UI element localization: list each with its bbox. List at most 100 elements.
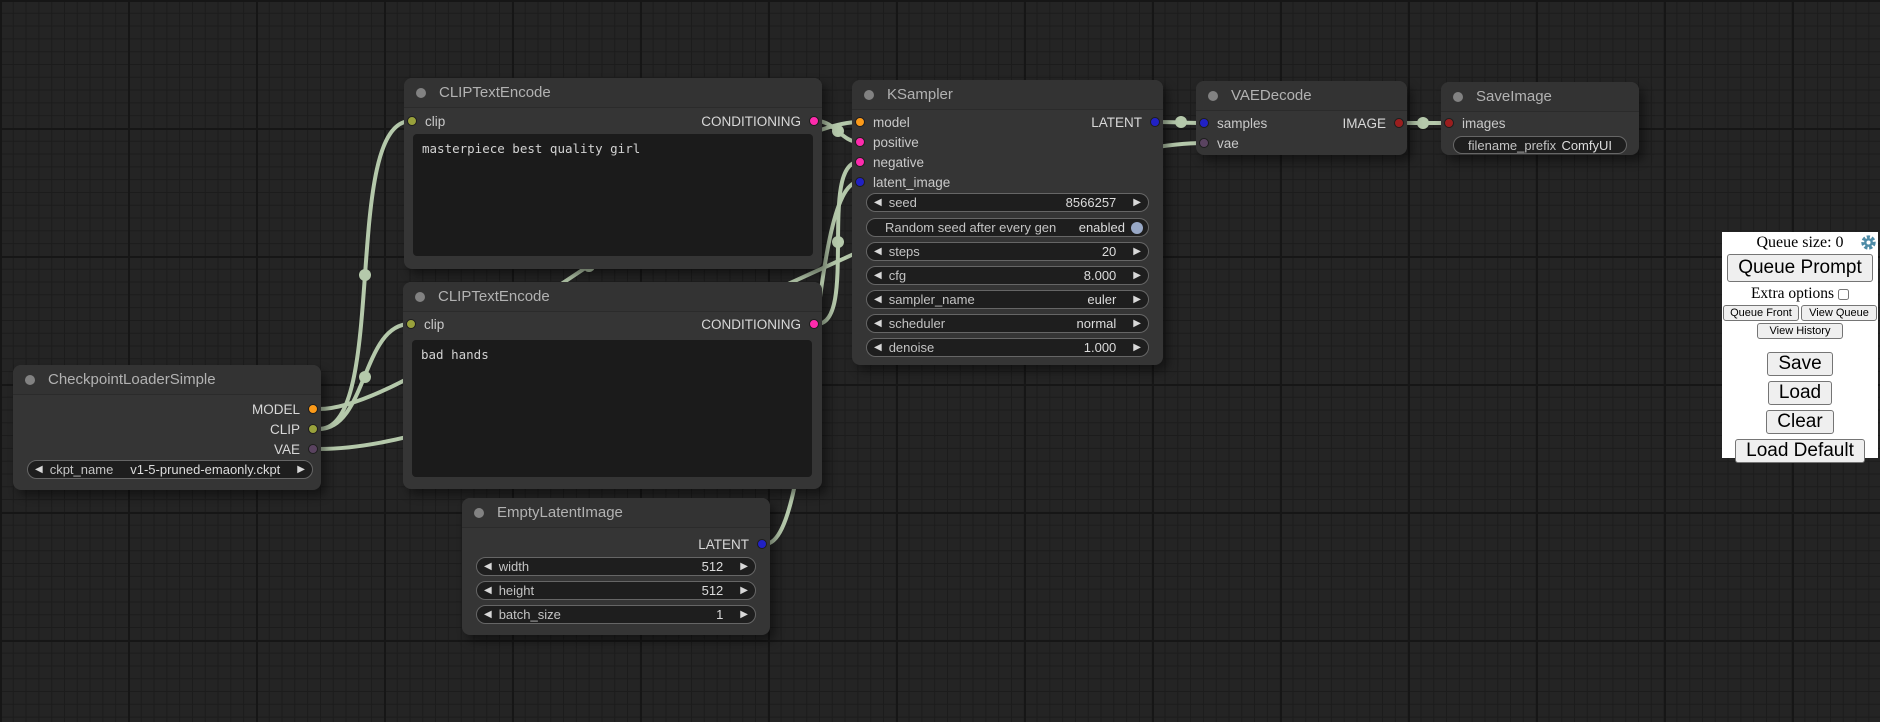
arrow-right-icon[interactable]: ▶	[290, 465, 312, 475]
output-slot-latent[interactable]: LATENT	[1091, 112, 1163, 132]
arrow-left-icon[interactable]: ◀	[867, 271, 889, 281]
scheduler-widget[interactable]: ◀ scheduler normal ▶	[866, 314, 1149, 333]
arrow-right-icon[interactable]: ▶	[1126, 271, 1148, 281]
cfg-widget[interactable]: ◀ cfg 8.000 ▶	[866, 266, 1149, 285]
latent-slot-icon[interactable]	[1150, 117, 1160, 127]
arrow-left-icon[interactable]: ◀	[477, 562, 499, 572]
denoise-widget[interactable]: ◀ denoise 1.000 ▶	[866, 338, 1149, 357]
collapse-dot-icon[interactable]	[1208, 91, 1218, 101]
load-button[interactable]: Load	[1768, 381, 1832, 405]
output-slot-clip[interactable]: CLIP	[270, 419, 321, 439]
latent-slot-icon[interactable]	[1199, 118, 1209, 128]
positive-prompt-textarea[interactable]: masterpiece best quality girl	[413, 134, 813, 256]
vae-slot-icon[interactable]	[308, 444, 318, 454]
node-clip-text-encode-positive[interactable]: CLIPTextEncode clip CONDITIONING masterp…	[404, 78, 822, 269]
arrow-left-icon[interactable]: ◀	[477, 586, 499, 596]
collapse-dot-icon[interactable]	[474, 508, 484, 518]
batch-size-widget[interactable]: ◀ batch_size 1 ▶	[476, 605, 756, 624]
output-slot-latent[interactable]: LATENT	[698, 534, 770, 554]
arrow-right-icon[interactable]: ▶	[1126, 295, 1148, 305]
width-widget[interactable]: ◀ width 512 ▶	[476, 557, 756, 576]
output-slot-image[interactable]: IMAGE	[1342, 113, 1407, 133]
image-slot-icon[interactable]	[1394, 118, 1404, 128]
input-slot-negative[interactable]: negative	[852, 152, 924, 172]
arrow-left-icon[interactable]: ◀	[867, 343, 889, 353]
node-header[interactable]: VAEDecode	[1196, 81, 1407, 111]
input-slot-clip[interactable]: clip	[403, 314, 444, 334]
input-slot-latent-image[interactable]: latent_image	[852, 172, 950, 192]
ckpt-name-widget[interactable]: ◀ ckpt_name v1-5-pruned-emaonly.ckpt ▶	[27, 460, 313, 479]
node-header[interactable]: CLIPTextEncode	[404, 78, 822, 108]
conditioning-slot-icon[interactable]	[855, 157, 865, 167]
arrow-right-icon[interactable]: ▶	[733, 610, 755, 620]
extra-options-checkbox[interactable]	[1838, 289, 1849, 300]
image-slot-icon[interactable]	[1444, 118, 1454, 128]
input-slot-positive[interactable]: positive	[852, 132, 919, 152]
queue-prompt-button[interactable]: Queue Prompt	[1727, 254, 1873, 282]
latent-slot-icon[interactable]	[757, 539, 767, 549]
output-slot-conditioning[interactable]: CONDITIONING	[701, 111, 822, 131]
input-slot-samples[interactable]: samples	[1196, 113, 1267, 133]
node-graph-canvas[interactable]: CheckpointLoaderSimple MODEL CLIP VAE ◀ …	[0, 0, 1880, 722]
node-header[interactable]: KSampler	[852, 80, 1163, 110]
node-header[interactable]: SaveImage	[1441, 82, 1639, 112]
output-slot-vae[interactable]: VAE	[274, 439, 321, 459]
input-slot-images[interactable]: images	[1441, 113, 1506, 133]
node-empty-latent-image[interactable]: EmptyLatentImage LATENT ◀ width 512 ▶ ◀ …	[462, 498, 770, 635]
save-button[interactable]: Save	[1767, 352, 1832, 376]
negative-prompt-textarea[interactable]: bad hands	[412, 340, 812, 477]
view-queue-button[interactable]: View Queue	[1801, 305, 1877, 321]
collapse-dot-icon[interactable]	[25, 375, 35, 385]
node-save-image[interactable]: SaveImage images filename_prefix ComfyUI	[1441, 82, 1639, 155]
random-seed-toggle-widget[interactable]: Random seed after every gen enabled	[866, 218, 1149, 237]
conditioning-slot-icon[interactable]	[855, 137, 865, 147]
collapse-dot-icon[interactable]	[415, 292, 425, 302]
arrow-right-icon[interactable]: ▶	[1126, 319, 1148, 329]
latent-slot-icon[interactable]	[855, 177, 865, 187]
arrow-right-icon[interactable]: ▶	[733, 586, 755, 596]
vae-slot-icon[interactable]	[1199, 138, 1209, 148]
view-history-button[interactable]: View History	[1757, 323, 1843, 339]
collapse-dot-icon[interactable]	[864, 90, 874, 100]
arrow-right-icon[interactable]: ▶	[733, 562, 755, 572]
arrow-left-icon[interactable]: ◀	[867, 295, 889, 305]
arrow-left-icon[interactable]: ◀	[28, 465, 50, 475]
sampler-name-widget[interactable]: ◀ sampler_name euler ▶	[866, 290, 1149, 309]
output-slot-model[interactable]: MODEL	[252, 399, 321, 419]
conditioning-slot-icon[interactable]	[809, 116, 819, 126]
arrow-right-icon[interactable]: ▶	[1126, 198, 1148, 208]
model-slot-icon[interactable]	[855, 117, 865, 127]
node-header[interactable]: EmptyLatentImage	[462, 498, 770, 528]
settings-gear-icon[interactable]	[1861, 235, 1876, 250]
node-ksampler[interactable]: KSampler model LATENT positive negative …	[852, 80, 1163, 365]
node-checkpoint-loader[interactable]: CheckpointLoaderSimple MODEL CLIP VAE ◀ …	[13, 365, 321, 490]
load-default-button[interactable]: Load Default	[1735, 439, 1865, 463]
steps-widget[interactable]: ◀ steps 20 ▶	[866, 242, 1149, 261]
arrow-left-icon[interactable]: ◀	[867, 198, 889, 208]
node-header[interactable]: CheckpointLoaderSimple	[13, 365, 321, 395]
arrow-left-icon[interactable]: ◀	[867, 319, 889, 329]
conditioning-slot-icon[interactable]	[809, 319, 819, 329]
height-widget[interactable]: ◀ height 512 ▶	[476, 581, 756, 600]
clear-button[interactable]: Clear	[1766, 410, 1833, 434]
arrow-right-icon[interactable]: ▶	[1126, 343, 1148, 353]
seed-widget[interactable]: ◀ seed 8566257 ▶	[866, 193, 1149, 212]
clip-slot-icon[interactable]	[308, 424, 318, 434]
clip-slot-icon[interactable]	[406, 319, 416, 329]
input-slot-vae[interactable]: vae	[1196, 133, 1239, 153]
queue-front-button[interactable]: Queue Front	[1723, 305, 1799, 321]
collapse-dot-icon[interactable]	[416, 88, 426, 98]
node-vae-decode[interactable]: VAEDecode samples IMAGE vae	[1196, 81, 1407, 155]
filename-prefix-widget[interactable]: filename_prefix ComfyUI	[1453, 136, 1627, 154]
arrow-left-icon[interactable]: ◀	[867, 247, 889, 257]
input-slot-clip[interactable]: clip	[404, 111, 445, 131]
node-header[interactable]: CLIPTextEncode	[403, 282, 822, 312]
model-slot-icon[interactable]	[308, 404, 318, 414]
node-clip-text-encode-negative[interactable]: CLIPTextEncode clip CONDITIONING bad han…	[403, 282, 822, 489]
toggle-enabled-icon[interactable]	[1131, 222, 1143, 234]
collapse-dot-icon[interactable]	[1453, 92, 1463, 102]
arrow-right-icon[interactable]: ▶	[1126, 247, 1148, 257]
clip-slot-icon[interactable]	[407, 116, 417, 126]
arrow-left-icon[interactable]: ◀	[477, 610, 499, 620]
input-slot-model[interactable]: model	[852, 112, 910, 132]
